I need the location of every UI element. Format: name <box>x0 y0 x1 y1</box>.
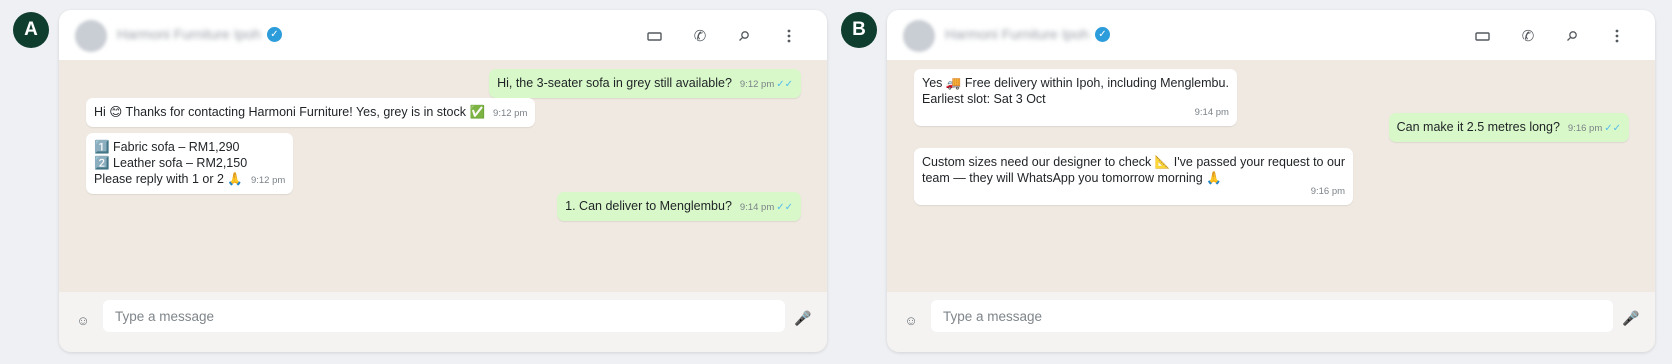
message-time: 9:14 pm ✓✓ <box>739 202 793 213</box>
message-bubble-incoming[interactable]: Custom sizes need our designer to check … <box>914 148 1354 205</box>
microphone-icon[interactable]: 🎤 <box>793 308 813 328</box>
message-input[interactable] <box>103 300 785 332</box>
contact-avatar[interactable] <box>903 20 935 52</box>
panel-a-badge: A <box>13 12 49 48</box>
message-time: 9:12 pm <box>250 175 286 186</box>
search-icon[interactable] <box>732 24 756 48</box>
message-input[interactable] <box>931 300 1613 332</box>
message-text: Hi 😊 Thanks for contacting Harmoni Furni… <box>94 105 486 119</box>
video-icon[interactable] <box>642 24 666 48</box>
message-bubble-incoming[interactable]: Hi 😊 Thanks for contacting Harmoni Furni… <box>86 98 536 127</box>
message-time: 9:16 pm ✓✓ <box>1567 123 1621 134</box>
verified-icon: ✓ <box>1095 27 1110 42</box>
message-time: 9:12 pm ✓✓ <box>739 79 793 90</box>
chat-header: Harmoni Furniture Ipoh ✓ ✆ <box>59 10 827 60</box>
contact-avatar[interactable] <box>75 20 107 52</box>
message-time: 9:16 pm <box>1310 186 1346 197</box>
read-ticks-icon: ✓✓ <box>1604 123 1621 134</box>
verified-icon: ✓ <box>267 27 282 42</box>
message-bubble-outgoing[interactable]: Hi, the 3-seater sofa in grey still avai… <box>489 69 801 98</box>
emoji-icon[interactable]: ☺ <box>901 310 921 330</box>
message-text: Custom sizes need our designer to check … <box>922 155 1346 185</box>
composer-bar: ☺ 🎤 <box>59 292 827 352</box>
contact-name[interactable]: Harmoni Furniture Ipoh <box>117 26 261 42</box>
message-time: 9:14 pm <box>1194 107 1229 118</box>
chat-panel-b: Harmoni Furniture Ipoh ✓ ✆ Yes 🚚 Free de… <box>887 10 1655 352</box>
contact-name[interactable]: Harmoni Furniture Ipoh <box>945 26 1089 42</box>
emoji-icon[interactable]: ☺ <box>73 310 93 330</box>
message-bubble-incoming[interactable]: 1️⃣ Fabric sofa – RM1,290 2️⃣ Leather so… <box>86 133 294 194</box>
message-bubble-outgoing[interactable]: 1. Can deliver to Menglembu? 9:14 pm ✓✓ <box>557 192 801 221</box>
search-icon[interactable] <box>1560 24 1584 48</box>
menu-icon[interactable] <box>777 24 801 48</box>
read-ticks-icon: ✓✓ <box>776 202 793 213</box>
message-bubble-outgoing[interactable]: Can make it 2.5 metres long? 9:16 pm ✓✓ <box>1388 113 1629 142</box>
message-time: 9:12 pm <box>493 108 528 119</box>
message-text: Hi, the 3-seater sofa in grey still avai… <box>497 76 732 90</box>
phone-icon[interactable]: ✆ <box>1516 24 1540 48</box>
message-text: 1. Can deliver to Menglembu? <box>565 199 732 213</box>
video-icon[interactable] <box>1470 24 1494 48</box>
message-text: Can make it 2.5 metres long? <box>1396 120 1560 134</box>
composer-bar: ☺ 🎤 <box>887 292 1655 352</box>
phone-icon[interactable]: ✆ <box>688 24 712 48</box>
message-text: 1️⃣ Fabric sofa – RM1,290 2️⃣ Leather so… <box>94 140 248 186</box>
panel-b-badge: B <box>841 12 877 48</box>
chat-header: Harmoni Furniture Ipoh ✓ ✆ <box>887 10 1655 60</box>
chat-panel-a: Harmoni Furniture Ipoh ✓ ✆ Hi, the 3-sea… <box>59 10 827 352</box>
menu-icon[interactable] <box>1605 24 1629 48</box>
message-list[interactable]: Yes 🚚 Free delivery within Ipoh, includi… <box>887 60 1655 292</box>
message-bubble-incoming[interactable]: Yes 🚚 Free delivery within Ipoh, includi… <box>914 69 1237 126</box>
message-text: Yes 🚚 Free delivery within Ipoh, includi… <box>922 76 1229 106</box>
read-ticks-icon: ✓✓ <box>776 79 793 90</box>
message-list[interactable]: Hi, the 3-seater sofa in grey still avai… <box>59 60 827 292</box>
microphone-icon[interactable]: 🎤 <box>1621 308 1641 328</box>
